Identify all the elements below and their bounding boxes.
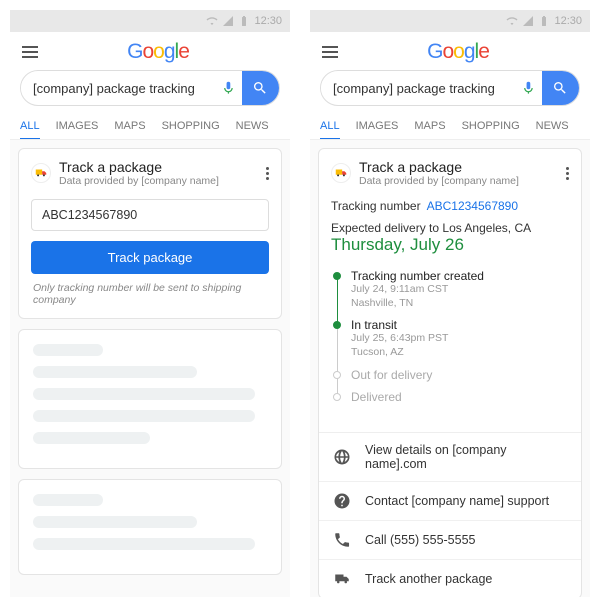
action-label: Contact [company name] support	[365, 494, 549, 508]
search-input[interactable]	[21, 81, 221, 96]
disclaimer-text: Only tracking number will be sent to shi…	[33, 282, 267, 306]
tracking-label: Tracking number	[331, 199, 421, 213]
mic-icon[interactable]	[521, 80, 536, 96]
timeline-step-label: Tracking number created	[351, 269, 484, 283]
menu-icon[interactable]	[322, 46, 338, 58]
tracking-result-card: Track a package Data provided by [compan…	[318, 148, 582, 597]
timeline-step-sub: July 24, 9:11am CST	[351, 283, 484, 297]
action-call[interactable]: Call (555) 555-5555	[319, 521, 581, 560]
results-content: Track a package Data provided by [compan…	[10, 140, 290, 597]
tab-maps[interactable]: MAPS	[414, 114, 445, 139]
status-bar: 12:30	[310, 10, 590, 32]
signal-icon	[222, 15, 234, 27]
tab-maps[interactable]: MAPS	[114, 114, 145, 139]
action-label: Track another package	[365, 572, 492, 586]
search-bar	[320, 70, 580, 106]
tab-news[interactable]: NEWS	[236, 114, 269, 139]
tab-all[interactable]: ALL	[320, 114, 340, 140]
timeline-step-sub: Tucson, AZ	[351, 346, 448, 360]
track-package-button[interactable]: Track package	[31, 241, 269, 274]
card-title: Track a package	[59, 159, 219, 175]
tab-shopping[interactable]: SHOPPING	[162, 114, 220, 139]
timeline-dot-pending	[333, 393, 341, 401]
search-button[interactable]	[542, 70, 579, 106]
action-view-details[interactable]: View details on [company name].com	[319, 433, 581, 482]
card-subtitle: Data provided by [company name]	[59, 175, 219, 187]
phone-icon	[333, 531, 351, 549]
tab-shopping[interactable]: SHOPPING	[462, 114, 520, 139]
phone-right: 12:30 Google ALL IMAGES MAPS SHOPPING NE…	[310, 10, 590, 597]
action-label: Call (555) 555-5555	[365, 533, 476, 547]
status-time: 12:30	[254, 15, 282, 27]
action-track-another[interactable]: Track another package	[319, 560, 581, 597]
top-bar: Google	[310, 32, 590, 70]
timeline-step-label: Out for delivery	[351, 368, 432, 382]
mic-icon[interactable]	[221, 80, 236, 96]
card-subtitle: Data provided by [company name]	[359, 175, 519, 187]
tab-all[interactable]: ALL	[20, 114, 40, 140]
timeline-step-sub: July 25, 6:43pm PST	[351, 332, 448, 346]
signal-icon	[522, 15, 534, 27]
tab-news[interactable]: NEWS	[536, 114, 569, 139]
timeline-step-sub: Nashville, TN	[351, 297, 484, 311]
menu-icon[interactable]	[22, 46, 38, 58]
action-list: View details on [company name].com Conta…	[319, 432, 581, 597]
search-icon	[252, 80, 268, 96]
timeline-step-label: Delivered	[351, 390, 402, 404]
delivery-date: Thursday, July 26	[331, 235, 569, 255]
wifi-icon	[506, 15, 518, 27]
wifi-icon	[206, 15, 218, 27]
search-input[interactable]	[321, 81, 521, 96]
battery-icon	[538, 15, 550, 27]
top-bar: Google	[10, 32, 290, 70]
tracking-input[interactable]	[31, 199, 269, 231]
tab-images[interactable]: IMAGES	[56, 114, 99, 139]
skeleton-result	[18, 479, 282, 575]
search-tabs: ALL IMAGES MAPS SHOPPING NEWS	[310, 114, 590, 140]
help-icon	[333, 492, 351, 510]
more-icon[interactable]	[266, 167, 269, 180]
skeleton-result	[18, 329, 282, 469]
search-icon	[552, 80, 568, 96]
timeline-step-label: In transit	[351, 318, 448, 332]
google-logo: Google	[38, 40, 278, 64]
card-title: Track a package	[359, 159, 519, 175]
timeline: Tracking number created July 24, 9:11am …	[331, 265, 569, 420]
timeline-dot-done	[333, 321, 341, 329]
phone-left: 12:30 Google ALL IMAGES MAPS SHOPPING NE…	[10, 10, 290, 597]
action-label: View details on [company name].com	[365, 443, 567, 471]
search-button[interactable]	[242, 70, 279, 106]
action-contact-support[interactable]: Contact [company name] support	[319, 482, 581, 521]
more-icon[interactable]	[566, 167, 569, 180]
search-tabs: ALL IMAGES MAPS SHOPPING NEWS	[10, 114, 290, 140]
truck-small-icon	[333, 570, 351, 588]
status-bar: 12:30	[10, 10, 290, 32]
expected-delivery-text: Expected delivery to Los Angeles, CA	[331, 221, 569, 235]
status-time: 12:30	[554, 15, 582, 27]
timeline-dot-done	[333, 272, 341, 280]
track-package-card: Track a package Data provided by [compan…	[18, 148, 282, 319]
results-content: Track a package Data provided by [compan…	[310, 140, 590, 597]
google-logo: Google	[338, 40, 578, 64]
truck-icon	[331, 163, 351, 183]
tab-images[interactable]: IMAGES	[356, 114, 399, 139]
tracking-number-line: Tracking number ABC1234567890	[331, 199, 569, 213]
globe-icon	[333, 448, 351, 466]
search-bar	[20, 70, 280, 106]
battery-icon	[238, 15, 250, 27]
truck-icon	[31, 163, 51, 183]
tracking-number[interactable]: ABC1234567890	[427, 199, 518, 213]
timeline-dot-pending	[333, 371, 341, 379]
